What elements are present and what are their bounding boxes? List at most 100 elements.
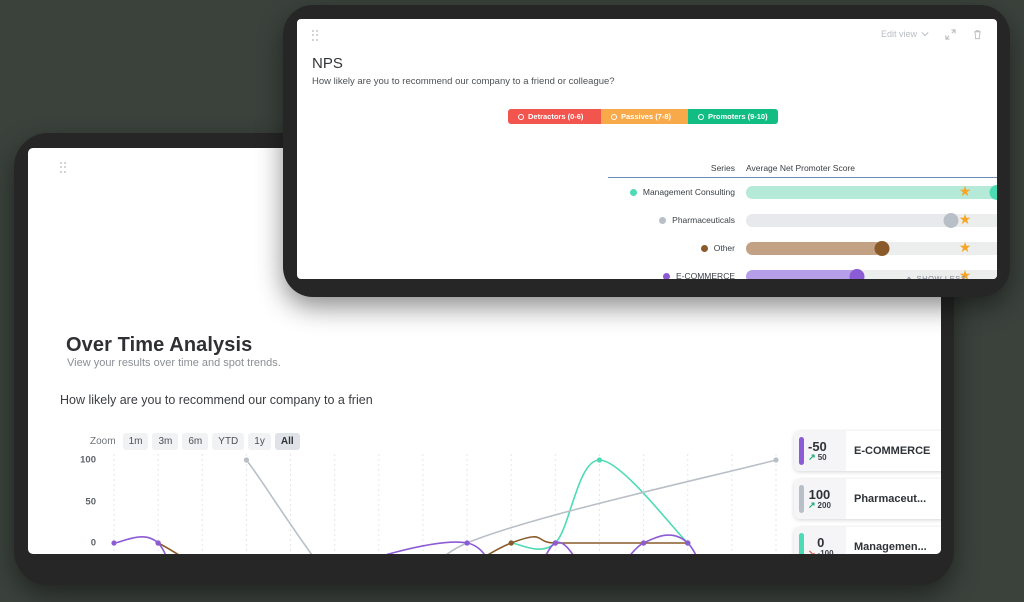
series-name: Management Consulting xyxy=(642,187,735,197)
series-label-cell: Pharmaceuticals xyxy=(608,215,741,225)
chevron-down-icon xyxy=(921,32,929,37)
score-card-metrics: 0 ↘ -100 xyxy=(794,527,846,554)
star-icon: ★ xyxy=(958,238,972,255)
chart-data-point xyxy=(464,540,470,546)
bar-track: ★ xyxy=(746,210,997,228)
trend-arrow-icon: ↘ xyxy=(808,548,816,554)
series-color-bar xyxy=(799,437,804,465)
score-card-metrics: 100 ↗ 200 xyxy=(794,479,846,519)
nps-legend-label: Detractors (0-6) xyxy=(528,112,584,121)
delta-value: -100 xyxy=(817,548,834,554)
over-time-line-chart: 100500-50-100 Sep '21Oct '21Nov '21Dec '… xyxy=(62,448,788,554)
table-row[interactable]: Management Consulting★17 xyxy=(608,178,997,206)
page-title: Over Time Analysis xyxy=(66,334,253,356)
score-numbers: 0 ↘ -100 xyxy=(808,536,834,554)
table-body: Management Consulting★17Pharmaceuticals★… xyxy=(608,178,997,279)
bar-track: ★ xyxy=(746,182,997,200)
survey-question: How likely are you to recommend our comp… xyxy=(60,393,373,407)
series-bar-cell: ★ xyxy=(741,182,997,200)
chart-data-point xyxy=(155,540,161,546)
score-delta: ↗ 200 xyxy=(808,501,831,510)
nps-legend-label: Promoters (9-10) xyxy=(708,112,768,121)
chart-data-point xyxy=(243,457,249,463)
edit-view-button[interactable]: Edit view xyxy=(881,29,929,39)
chart-data-point xyxy=(552,540,558,546)
score-numbers: 100 ↗ 200 xyxy=(808,488,831,511)
delta-value: 50 xyxy=(817,452,827,462)
legend-dot-icon xyxy=(611,113,617,120)
series-color-bar xyxy=(799,533,804,554)
chart-data-point xyxy=(685,540,691,546)
nps-legend: Detractors (0-6) Passives (7-8) Promoters … xyxy=(508,109,778,124)
chart-data-point xyxy=(641,540,647,546)
nps-card-toolbar: Edit view xyxy=(297,19,997,49)
expand-icon[interactable] xyxy=(945,28,956,40)
edit-view-label: Edit view xyxy=(880,29,917,39)
trend-arrow-icon: ↗ xyxy=(808,452,816,463)
series-color-bar xyxy=(799,485,804,513)
series-color-dot-icon xyxy=(700,244,708,252)
nps-legend-segment-0[interactable]: Detractors (0-6) xyxy=(508,109,601,124)
series-name: Pharmaceuticals xyxy=(672,215,735,225)
chart-series-line xyxy=(113,534,697,554)
series-bar-cell: ★ xyxy=(741,210,997,228)
nps-card: Edit view NPS How likely are you to reco… xyxy=(297,19,997,279)
series-score-card-list: -50 ↗ 50 E-COMMERCE 100 ↗ 200 Pharmaceut... 0 ↘ -1… xyxy=(794,431,941,554)
star-icon: ★ xyxy=(958,210,972,227)
chevron-up-icon xyxy=(905,276,912,279)
score-numbers: -50 ↗ 50 xyxy=(808,440,827,463)
nps-legend-label: Passives (7-8) xyxy=(621,112,672,121)
bar-knob xyxy=(874,240,890,256)
bar-track: ★ xyxy=(746,238,997,256)
y-tick-label: 100 xyxy=(80,454,96,466)
nps-legend-segment-2[interactable]: Promoters (9-10) xyxy=(688,109,778,124)
series-label-cell: Management Consulting xyxy=(608,187,741,197)
score-card-managemen[interactable]: 0 ↘ -100 Managemen... xyxy=(794,527,941,554)
nps-legend-segment-1[interactable]: Passives (7-8) xyxy=(601,109,688,124)
zoom-label: Zoom xyxy=(90,436,116,447)
chart-y-axis: 100500-50-100 xyxy=(62,448,96,554)
table-row[interactable]: Pharmaceuticals★0 xyxy=(608,206,997,234)
star-icon: ★ xyxy=(958,182,972,199)
show-less-button[interactable]: SHOW LESS xyxy=(608,274,997,279)
trash-icon[interactable] xyxy=(972,29,983,40)
nps-series-table: Series Average Net Promoter Score Manage… xyxy=(608,163,997,279)
drag-handle-icon[interactable] xyxy=(60,162,68,173)
nps-subtitle: How likely are you to recommend our comp… xyxy=(312,76,615,87)
legend-dot-icon xyxy=(698,113,704,120)
series-bar-cell: ★ xyxy=(741,238,997,256)
nps-title: NPS xyxy=(312,55,343,72)
series-name: Other xyxy=(713,243,735,253)
score-card-series-name: Managemen... xyxy=(854,541,927,553)
score-card-series-name: Pharmaceut... xyxy=(854,493,927,505)
bar-fill xyxy=(746,213,952,227)
table-row[interactable]: Other★-33 xyxy=(608,234,997,262)
trend-arrow-icon: ↗ xyxy=(808,500,816,511)
delta-value: 200 xyxy=(817,500,831,510)
series-color-dot-icon xyxy=(659,216,667,224)
bar-knob xyxy=(943,212,959,228)
series-label-cell: Other xyxy=(608,243,741,253)
score-delta: ↗ 50 xyxy=(808,453,826,462)
chart-data-point xyxy=(596,457,603,463)
score-value: 0 xyxy=(817,534,825,550)
chart-data-point xyxy=(111,540,117,546)
score-value: 100 xyxy=(808,486,831,502)
y-tick-label: 0 xyxy=(90,537,96,549)
y-tick-label: 50 xyxy=(85,496,96,507)
series-color-dot-icon xyxy=(629,188,637,196)
column-header-series: Series xyxy=(710,163,735,173)
bar-fill xyxy=(746,241,882,255)
score-card-metrics: -50 ↗ 50 xyxy=(794,431,846,471)
score-card-pharmaceut[interactable]: 100 ↗ 200 Pharmaceut... xyxy=(794,479,941,519)
page-subtitle: View your results over time and spot tre… xyxy=(67,357,281,369)
chart-plot-area xyxy=(102,448,788,554)
score-delta: ↘ -100 xyxy=(808,549,834,554)
legend-dot-icon xyxy=(518,113,524,120)
chart-data-point xyxy=(508,540,514,546)
score-card-series-name: E-COMMERCE xyxy=(854,445,931,457)
chart-data-point xyxy=(773,457,779,463)
score-card-ecommerce[interactable]: -50 ↗ 50 E-COMMERCE xyxy=(794,431,941,471)
table-header-row: Series Average Net Promoter Score xyxy=(608,163,997,178)
screenshot-stage: Over Time Analysis View your results ove… xyxy=(0,0,1024,602)
